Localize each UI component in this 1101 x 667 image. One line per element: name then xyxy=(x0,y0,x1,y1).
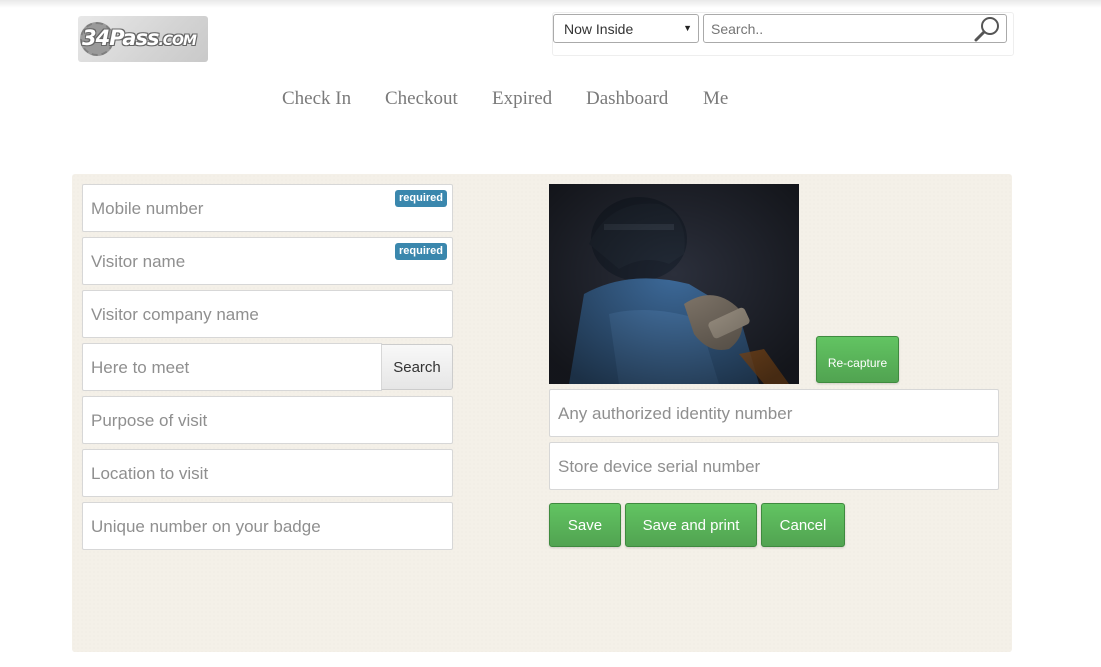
badge-number-field[interactable]: Unique number on your badge xyxy=(82,502,453,550)
visitor-photo xyxy=(549,184,799,384)
mobile-number-placeholder: Mobile number xyxy=(91,199,204,218)
location-to-visit-field[interactable]: Location to visit xyxy=(82,449,453,497)
nav-item-checkout[interactable]: Checkout xyxy=(385,88,458,110)
filter-select-value: Now Inside xyxy=(564,21,634,37)
logo-text: 34Pass.COM xyxy=(82,26,197,50)
save-button[interactable]: Save xyxy=(549,503,621,547)
top-shadow xyxy=(0,0,1101,8)
nav-item-dashboard[interactable]: Dashboard xyxy=(586,88,668,110)
identity-number-field[interactable]: Any authorized identity number xyxy=(549,389,999,437)
visitor-company-placeholder: Visitor company name xyxy=(91,305,259,324)
mobile-number-field[interactable]: Mobile number required xyxy=(82,184,453,232)
meet-search-button[interactable]: Search xyxy=(381,344,453,390)
device-serial-placeholder: Store device serial number xyxy=(558,457,761,476)
location-to-visit-placeholder: Location to visit xyxy=(91,464,209,483)
here-to-meet-field[interactable]: Here to meet xyxy=(82,343,382,391)
purpose-of-visit-field[interactable]: Purpose of visit xyxy=(82,396,453,444)
visitor-company-field[interactable]: Visitor company name xyxy=(82,290,453,338)
cancel-button[interactable]: Cancel xyxy=(761,503,845,547)
nav-item-expired[interactable]: Expired xyxy=(492,88,552,110)
badge-number-placeholder: Unique number on your badge xyxy=(91,517,321,536)
visitor-name-placeholder: Visitor name xyxy=(91,252,186,271)
nav-item-check-in[interactable]: Check In xyxy=(282,88,351,110)
here-to-meet-placeholder: Here to meet xyxy=(91,358,190,377)
filter-select[interactable]: Now Inside ▼ xyxy=(553,14,699,43)
recapture-button[interactable]: Re-capture xyxy=(816,336,899,383)
device-serial-field[interactable]: Store device serial number xyxy=(549,442,999,490)
search-input[interactable] xyxy=(703,14,1007,43)
nav-item-me[interactable]: Me xyxy=(703,88,728,110)
site-logo[interactable]: 34Pass.COM xyxy=(78,16,208,62)
search-icon[interactable] xyxy=(972,15,1002,43)
identity-number-placeholder: Any authorized identity number xyxy=(558,404,793,423)
chevron-down-icon: ▼ xyxy=(683,23,692,33)
required-badge: required xyxy=(394,190,447,207)
purpose-of-visit-placeholder: Purpose of visit xyxy=(91,411,208,430)
save-and-print-button[interactable]: Save and print xyxy=(625,503,757,547)
required-badge: required xyxy=(394,243,447,260)
visitor-name-field[interactable]: Visitor name required xyxy=(82,237,453,285)
webcam-capture-image xyxy=(549,184,799,384)
